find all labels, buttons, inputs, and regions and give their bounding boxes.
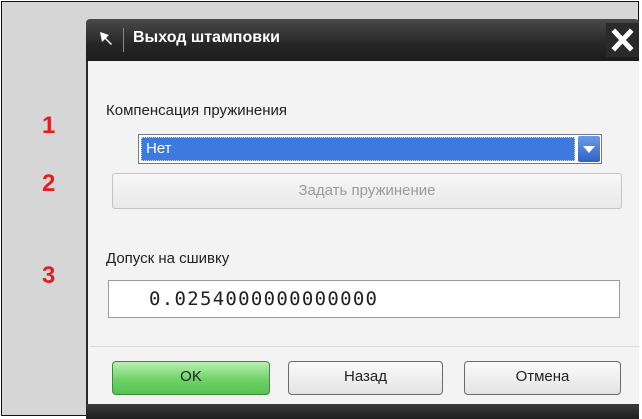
springback-dropdown[interactable]: Нет <box>138 134 602 164</box>
stamping-output-dialog: Выход штамповки Компенсация пружинения Н… <box>86 19 639 419</box>
cancel-button[interactable]: Отмена <box>464 361 621 395</box>
dialog-body: Компенсация пружинения Нет Задать пружин… <box>86 61 639 404</box>
annotation-marker-2: 2 <box>42 170 56 197</box>
annotation-marker-3: 3 <box>42 262 56 289</box>
chevron-down-icon[interactable] <box>578 136 600 162</box>
title-separator <box>123 28 124 52</box>
tolerance-input[interactable]: 0.0254000000000000 <box>108 280 620 318</box>
annotation-marker-1: 1 <box>42 112 56 139</box>
set-springback-button[interactable]: Задать пружинение <box>112 173 622 209</box>
tolerance-label: Допуск на сшивку <box>106 250 230 267</box>
springback-selected-value[interactable]: Нет <box>141 137 575 161</box>
back-button[interactable]: Назад <box>288 361 443 395</box>
dialog-titlebar[interactable]: Выход штамповки <box>86 19 639 61</box>
springback-label: Компенсация пружинения <box>106 102 288 119</box>
close-icon[interactable] <box>606 23 639 57</box>
dialog-bottom-border <box>86 404 639 419</box>
dialog-title: Выход штамповки <box>133 29 280 46</box>
footer-divider <box>90 346 639 347</box>
ok-button[interactable]: OK <box>112 361 270 395</box>
pin-icon[interactable] <box>96 28 118 50</box>
